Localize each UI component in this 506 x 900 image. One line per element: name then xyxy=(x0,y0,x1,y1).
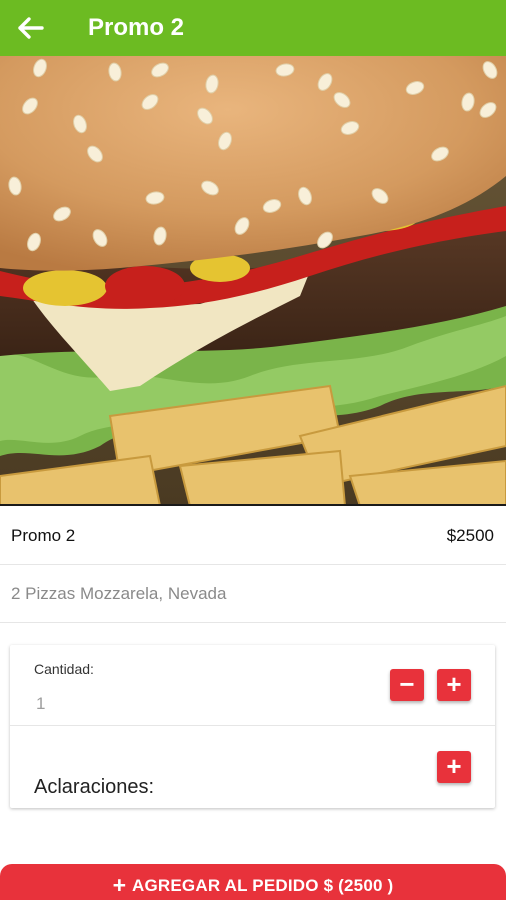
notes-label: Aclaraciones: xyxy=(34,776,155,798)
product-price: $2500 xyxy=(446,525,494,545)
page-title: Promo 2 xyxy=(88,14,185,41)
product-description: 2 Pizzas Mozzarela, Nevada xyxy=(0,566,506,623)
product-name: Promo 2 xyxy=(11,525,76,545)
arrow-left-icon xyxy=(18,17,44,39)
product-image xyxy=(0,56,506,506)
quantity-label: Cantidad: xyxy=(34,661,94,677)
increase-quantity-button[interactable]: + xyxy=(437,669,471,701)
add-to-order-label: AGREGAR AL PEDIDO $ (2500 ) xyxy=(132,876,394,895)
order-options-card: Cantidad: 1 − + + Aclaraciones: xyxy=(10,645,495,808)
quantity-value[interactable]: 1 xyxy=(36,694,45,714)
back-button[interactable] xyxy=(0,0,64,56)
app-bar: Promo 2 xyxy=(0,0,506,56)
plus-icon: + xyxy=(112,872,127,898)
product-header-row: Promo 2 $2500 xyxy=(0,507,506,565)
decrease-quantity-button[interactable]: − xyxy=(390,669,424,701)
quantity-section: Cantidad: 1 − + xyxy=(10,645,495,726)
add-to-order-button[interactable]: + AGREGAR AL PEDIDO $ (2500 ) xyxy=(0,864,506,900)
add-notes-button[interactable]: + xyxy=(437,751,471,783)
